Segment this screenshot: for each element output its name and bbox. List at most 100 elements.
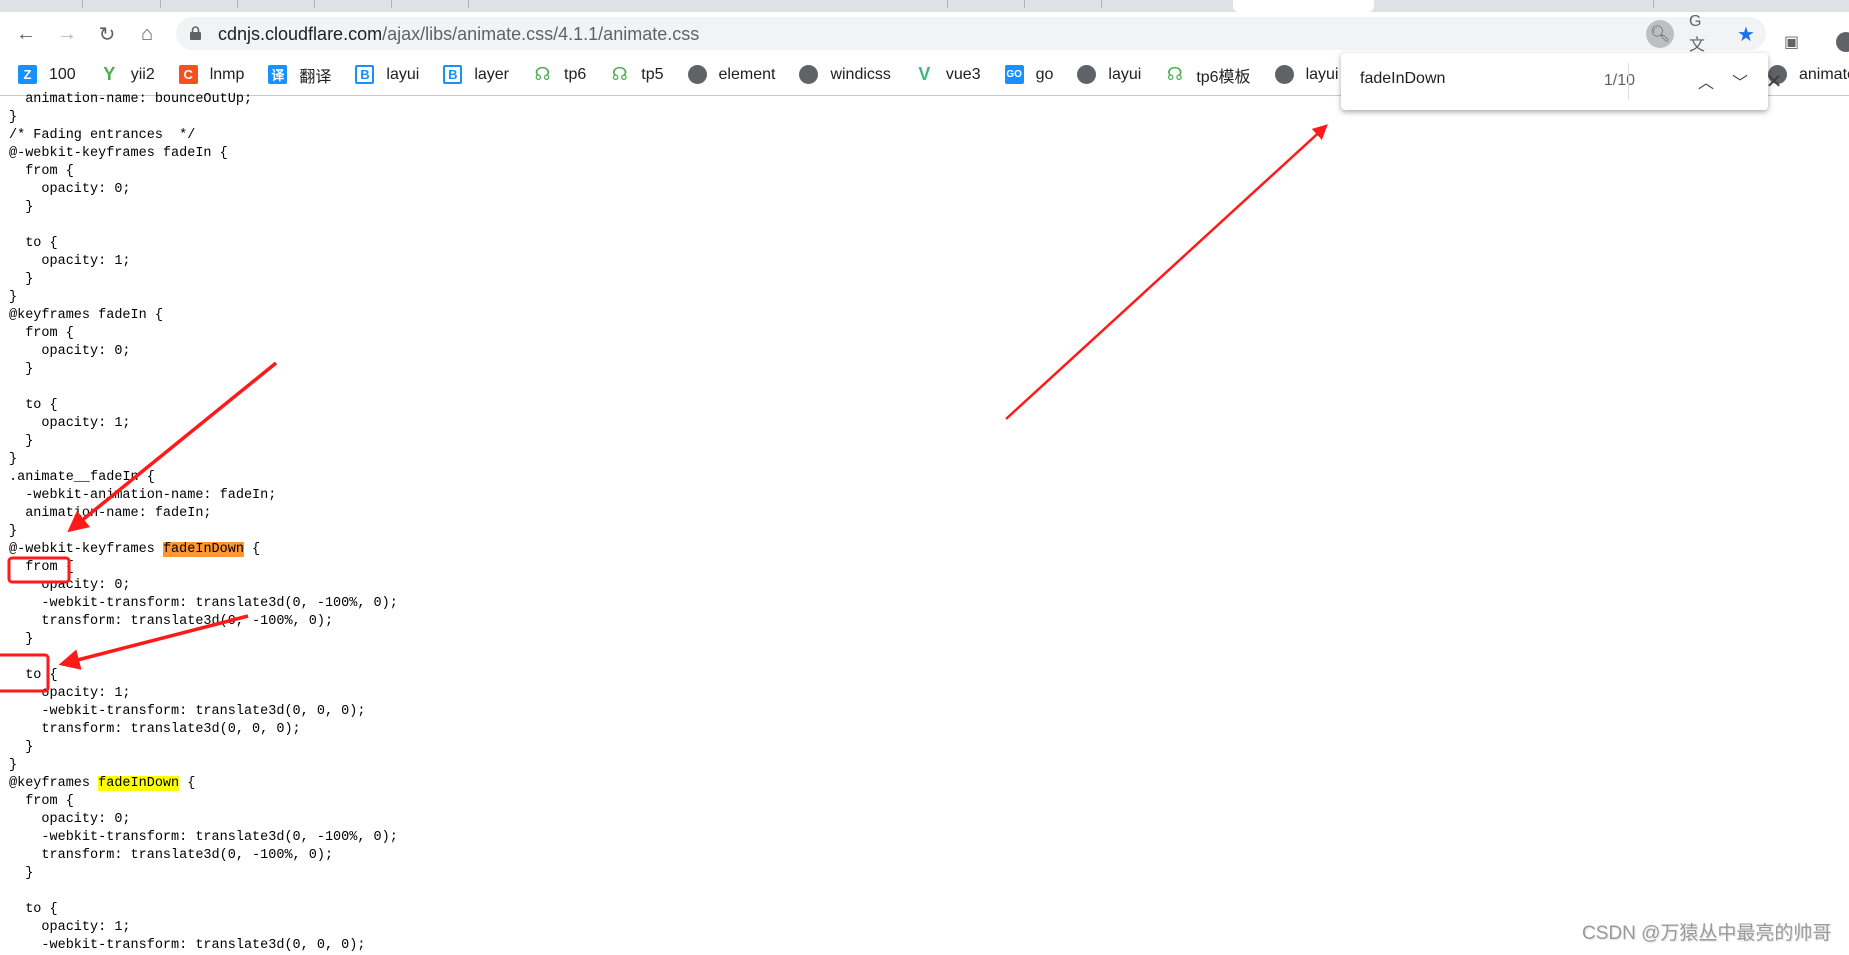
bookmark-label: windicss [830, 65, 891, 83]
code-line: -webkit-transform: translate3d(0, 0, 0); [9, 703, 398, 721]
code-line: @-webkit-keyframes fadeInDown { [9, 541, 398, 559]
bootstrap-logo-icon: B [355, 65, 375, 84]
reload-button[interactable]: ↻ [93, 20, 121, 48]
code-text: .animate__fadeIn { [9, 470, 155, 485]
bookmark-label: 100 [49, 65, 76, 83]
find-in-page-button[interactable]: 🔍︎ [1646, 20, 1674, 48]
code-text: } [9, 200, 34, 215]
code-text: to { [9, 668, 58, 683]
bookmark-item[interactable]: ☊ tp5 [610, 64, 664, 84]
bookmark-item[interactable]: GO go [1004, 65, 1053, 84]
code-line: -webkit-transform: translate3d(0, -100%,… [9, 829, 397, 847]
back-button[interactable]: ← [12, 20, 40, 48]
code-text: } [9, 524, 18, 539]
code-text: -webkit-transform: translate3d(0, 0, 0); [9, 938, 366, 953]
bookmark-item[interactable]: element [687, 65, 775, 84]
url-text[interactable]: cdnjs.cloudflare.com/ajax/libs/animate.c… [218, 24, 699, 45]
bookmark-star-button[interactable]: ★ [1732, 20, 1760, 48]
code-line: } [9, 433, 398, 451]
bookmark-label: lnmp [209, 65, 245, 83]
find-bar: 1/10 ︿ ﹀ ✕ [1341, 53, 1782, 110]
code-text: opacity: 1; [9, 920, 131, 935]
bookmark-item[interactable]: windicss [799, 65, 891, 84]
code-text: to { [9, 902, 58, 917]
thinkphp-logo-icon: ☊ [1166, 64, 1183, 84]
tab-divider [947, 0, 948, 8]
bookmark-item[interactable]: Clnmp [178, 65, 245, 84]
find-input[interactable] [1360, 70, 1560, 88]
find-previous-button[interactable]: ︿ [1692, 67, 1720, 95]
code-line: } [9, 523, 398, 541]
vue-logo-icon: V [918, 64, 931, 84]
bookmark-item[interactable]: ☊ tp6模板 [1165, 63, 1251, 87]
code-line: animation-name: bounceOutUp; [9, 91, 398, 109]
active-tab[interactable] [1233, 0, 1374, 12]
arrow-left-icon: ← [16, 22, 36, 45]
code-line: transform: translate3d(0, -100%, 0); [9, 613, 398, 631]
code-line: opacity: 0; [9, 577, 398, 595]
tab-divider [160, 0, 161, 8]
css-source-view: animation-name: bounceOutUp;} /* Fading e… [9, 91, 398, 955]
code-text: -webkit-animation-name: fadeIn; [9, 488, 277, 503]
code-line: .animate__fadeIn { [9, 469, 398, 487]
code-text: transform: translate3d(0, -100%, 0); [9, 614, 334, 629]
bookmark-item[interactable]: ☊ tp6 [533, 64, 587, 84]
bookmark-item[interactable]: Z 100 [18, 65, 76, 84]
active-search-match: fadeInDown [162, 542, 244, 557]
tab-strip [0, 0, 1849, 12]
c-logo-icon: C [178, 65, 198, 84]
home-button[interactable]: ⌂ [133, 20, 161, 48]
code-line: } [9, 865, 398, 883]
search-page-icon: 🔍︎ [1649, 26, 1671, 43]
tab-divider [391, 0, 392, 8]
bookmark-label: layui [1108, 65, 1142, 83]
code-text: @-webkit-keyframes fadeIn { [9, 146, 228, 161]
code-text: } [9, 272, 34, 287]
profile-avatar[interactable] [1836, 32, 1849, 52]
code-text: opacity: 1; [9, 254, 131, 269]
code-text: } [9, 290, 18, 305]
bookmark-label: vue3 [945, 65, 981, 83]
extension-icon: ▣ [1784, 34, 1800, 51]
code-text: opacity: 0; [9, 812, 131, 827]
bookmark-label: layui [1305, 65, 1339, 83]
translate-button[interactable]: G文 [1689, 13, 1717, 54]
bookmark-item[interactable]: Blayer [443, 65, 509, 84]
code-text: opacity: 0; [9, 182, 131, 197]
code-line: /* Fading entrances */ [9, 127, 398, 145]
globe-icon [799, 65, 819, 84]
find-close-button[interactable]: ✕ [1760, 67, 1788, 95]
code-text: @keyframes [9, 776, 99, 791]
bookmark-item[interactable]: Blayui [355, 65, 419, 84]
code-line: transform: translate3d(0, 0, 0); [9, 721, 398, 739]
url-host: cdnjs.cloudflare.com [218, 24, 383, 44]
forward-button[interactable]: → [53, 20, 81, 48]
bookmark-item[interactable]: layui [1274, 65, 1339, 84]
code-text: { [243, 542, 261, 557]
tab-divider [468, 0, 469, 8]
chevron-down-icon: ﹀ [1731, 75, 1748, 92]
code-text: animation-name: fadeIn; [9, 506, 212, 521]
translate-icon: G文 [1689, 13, 1706, 54]
bookmark-item[interactable]: Vvue3 [915, 64, 981, 84]
extensions-button[interactable]: ▣ [1784, 32, 1806, 52]
browser-toolbar: ← → ↻ ⌂ cdnjs.cloudflare.com/ajax/libs/a… [0, 12, 1849, 54]
find-next-button[interactable]: ﹀ [1726, 67, 1754, 95]
thinkphp-logo-icon: ☊ [611, 64, 628, 84]
code-line: to { [9, 667, 398, 685]
code-text: } [9, 110, 18, 125]
code-line: } [9, 757, 398, 775]
close-icon: ✕ [1765, 70, 1783, 93]
bookmark-item[interactable]: layui [1077, 65, 1141, 84]
code-text: opacity: 1; [9, 416, 131, 431]
address-bar[interactable]: cdnjs.cloudflare.com/ajax/libs/animate.c… [176, 13, 1766, 54]
code-line: } [9, 109, 398, 127]
bookmark-item[interactable]: Yyii2 [100, 64, 155, 84]
code-text: opacity: 0; [9, 344, 131, 359]
url-path: /ajax/libs/animate.css/4.1.1/animate.css [382, 24, 700, 44]
arrow-right-icon: → [57, 22, 77, 45]
bookmark-item[interactable]: 译翻译 [268, 63, 331, 87]
code-line: } [9, 631, 398, 649]
